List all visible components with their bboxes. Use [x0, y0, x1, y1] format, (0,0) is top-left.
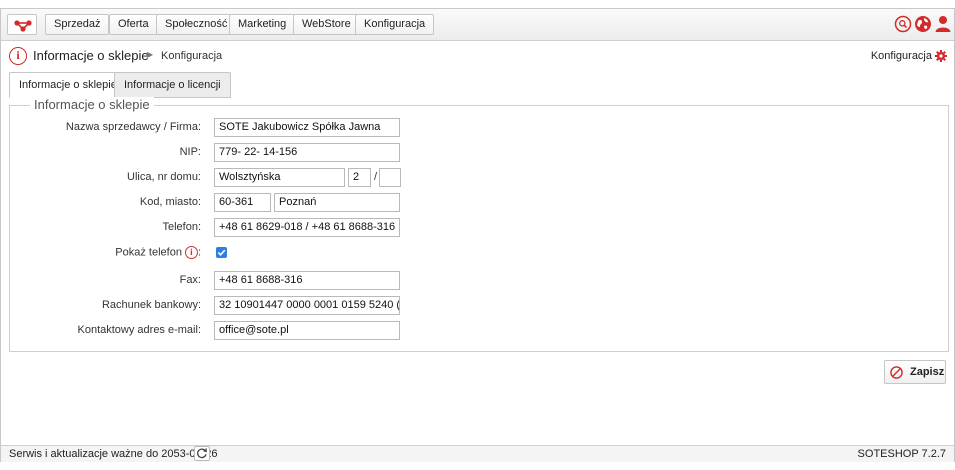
flat-number-field[interactable]: [379, 168, 401, 187]
cancel-icon: [890, 366, 903, 379]
nav-sprzedaz[interactable]: Sprzedaż: [45, 14, 110, 35]
fax-label: Fax:: [179, 274, 201, 286]
seller-field[interactable]: SOTE Jakubowicz Spółka Jawna: [214, 118, 400, 137]
show-phone-colon: :: [197, 246, 201, 259]
street-field[interactable]: Wolsztyńska: [214, 168, 345, 187]
breadcrumb-arrow-icon: ▶: [147, 50, 154, 59]
page-title: Informacje o sklepie: [33, 48, 149, 63]
bank-account-field[interactable]: 32 10901447 0000 0001 0159 5240 (BZ W: [214, 296, 400, 315]
config-link[interactable]: Konfiguracja: [871, 50, 932, 62]
show-phone-label: Pokaż telefon i:: [115, 246, 201, 259]
phone-field[interactable]: +48 61 8629-018 / +48 61 8688-316: [214, 218, 400, 237]
email-label: Kontaktowy adres e-mail:: [77, 324, 202, 336]
postal-code-field[interactable]: 60-361: [214, 193, 271, 212]
show-phone-text: Pokaż telefon: [115, 246, 182, 259]
city-field[interactable]: Poznań: [274, 193, 400, 212]
tab-license-info[interactable]: Informacje o licencji: [114, 72, 231, 98]
refresh-button[interactable]: [194, 446, 210, 461]
nav-marketing[interactable]: Marketing: [229, 14, 296, 35]
save-button[interactable]: Zapisz: [884, 360, 946, 384]
nip-field[interactable]: 779- 22- 14-156: [214, 143, 400, 162]
user-icon[interactable]: [934, 15, 952, 33]
nav-webstore[interactable]: WebStore: [293, 14, 360, 35]
home-button[interactable]: [7, 14, 37, 35]
gear-icon[interactable]: [935, 50, 947, 62]
postal-label: Kod, miasto:: [139, 196, 201, 208]
nav-oferta[interactable]: Oferta: [109, 14, 158, 35]
globe-icon[interactable]: [914, 15, 932, 33]
app-window: Sprzedaż Oferta Społeczność Marketing We…: [0, 8, 955, 462]
nav-konfiguracja[interactable]: Konfiguracja: [355, 14, 435, 35]
version-label: SOTESHOP 7.2.7: [857, 448, 946, 460]
breadcrumb[interactable]: Konfiguracja: [161, 50, 222, 62]
bank-account-label: Rachunek bankowy:: [101, 299, 201, 311]
fax-field[interactable]: +48 61 8688-316: [214, 271, 400, 290]
nip-label: NIP:: [179, 146, 201, 158]
address-separator: /: [374, 171, 378, 183]
refresh-icon: [197, 448, 207, 459]
seller-label: Nazwa sprzedawcy / Firma:: [65, 121, 201, 133]
shop-info-fieldset: Informacje o sklepie Nazwa sprzedawcy / …: [9, 97, 949, 352]
info-icon: i: [9, 47, 27, 65]
show-phone-checkbox[interactable]: [216, 247, 227, 258]
app-logo-icon: [14, 20, 32, 32]
house-number-field[interactable]: 2: [348, 168, 371, 187]
nav-spolecznosc[interactable]: Społeczność: [156, 14, 237, 35]
service-info: Serwis i aktualizacje ważne do 2053-08-2…: [9, 448, 218, 460]
top-toolbar: Sprzedaż Oferta Społeczność Marketing We…: [1, 9, 954, 41]
email-field[interactable]: office@sote.pl: [214, 321, 400, 340]
fieldset-legend: Informacje o sklepie: [30, 97, 154, 112]
save-label: Zapisz: [910, 366, 945, 378]
search-icon[interactable]: [894, 15, 912, 33]
tab-shop-info[interactable]: Informacje o sklepie: [9, 72, 127, 98]
status-bar: Serwis i aktualizacje ważne do 2053-08-2…: [1, 445, 954, 462]
checkmark-icon: [217, 249, 226, 256]
street-label: Ulica, nr domu:: [127, 171, 201, 183]
phone-label: Telefon:: [162, 221, 201, 233]
info-icon[interactable]: i: [184, 246, 198, 259]
